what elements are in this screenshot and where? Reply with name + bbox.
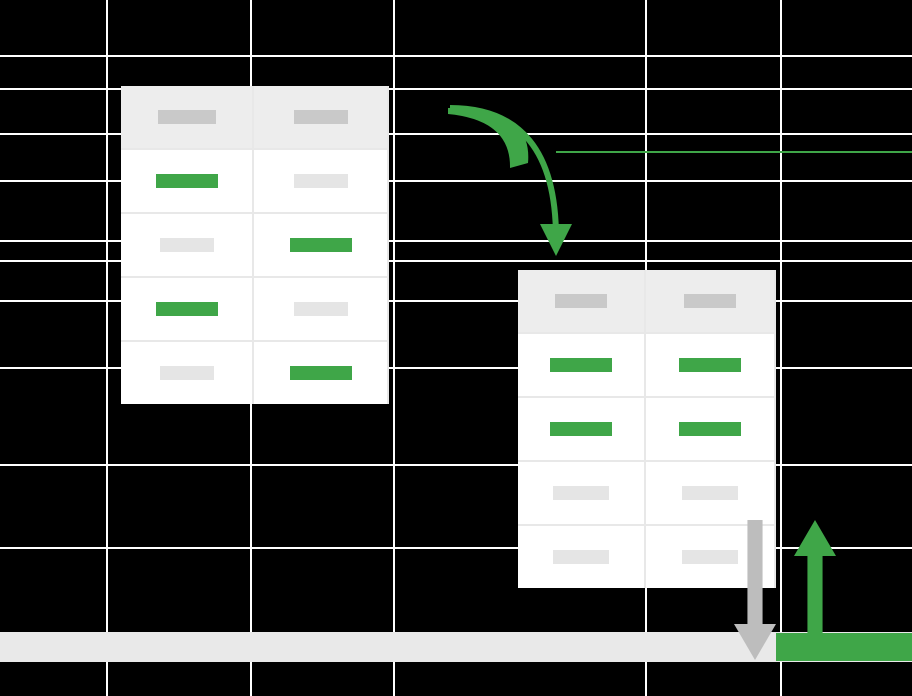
green-accent-line	[556, 151, 912, 153]
source-row	[121, 150, 389, 212]
value-bar	[682, 486, 738, 500]
value-bar	[553, 486, 609, 500]
sort-ascending-icon	[794, 520, 836, 638]
result-cell	[518, 270, 646, 332]
source-row	[121, 278, 389, 340]
value-bar	[290, 366, 352, 380]
source-cell	[254, 150, 387, 212]
result-cell	[518, 334, 646, 396]
source-cell	[254, 278, 387, 340]
value-bar	[550, 358, 612, 372]
value-bar	[679, 358, 741, 372]
source-table	[121, 86, 389, 404]
source-cell	[254, 86, 387, 148]
source-cell	[121, 342, 254, 404]
value-bar	[294, 110, 348, 124]
result-cell	[646, 462, 774, 524]
value-bar	[682, 550, 738, 564]
result-cell	[646, 270, 774, 332]
value-bar	[294, 302, 348, 316]
result-cell	[518, 526, 646, 588]
value-bar	[160, 238, 214, 252]
sort-descending-icon	[734, 520, 776, 660]
value-bar	[160, 366, 214, 380]
source-row	[121, 214, 389, 276]
value-bar	[290, 238, 352, 252]
value-bar	[684, 294, 736, 308]
value-bar	[550, 422, 612, 436]
source-cell	[121, 86, 254, 148]
source-cell	[254, 214, 387, 276]
result-cell	[646, 334, 774, 396]
source-cell	[121, 150, 254, 212]
result-row	[518, 334, 776, 396]
value-bar	[156, 302, 218, 316]
source-cell	[121, 278, 254, 340]
source-cell	[121, 214, 254, 276]
result-cell	[518, 462, 646, 524]
value-bar	[294, 174, 348, 188]
source-header-row	[121, 86, 389, 148]
value-bar	[156, 174, 218, 188]
result-row	[518, 398, 776, 460]
source-cell	[254, 342, 387, 404]
result-cell	[518, 398, 646, 460]
source-row	[121, 342, 389, 404]
value-bar	[555, 294, 607, 308]
result-header-row	[518, 270, 776, 332]
result-cell	[646, 398, 774, 460]
value-bar	[158, 110, 216, 124]
value-bar	[553, 550, 609, 564]
value-bar	[679, 422, 741, 436]
result-row	[518, 462, 776, 524]
